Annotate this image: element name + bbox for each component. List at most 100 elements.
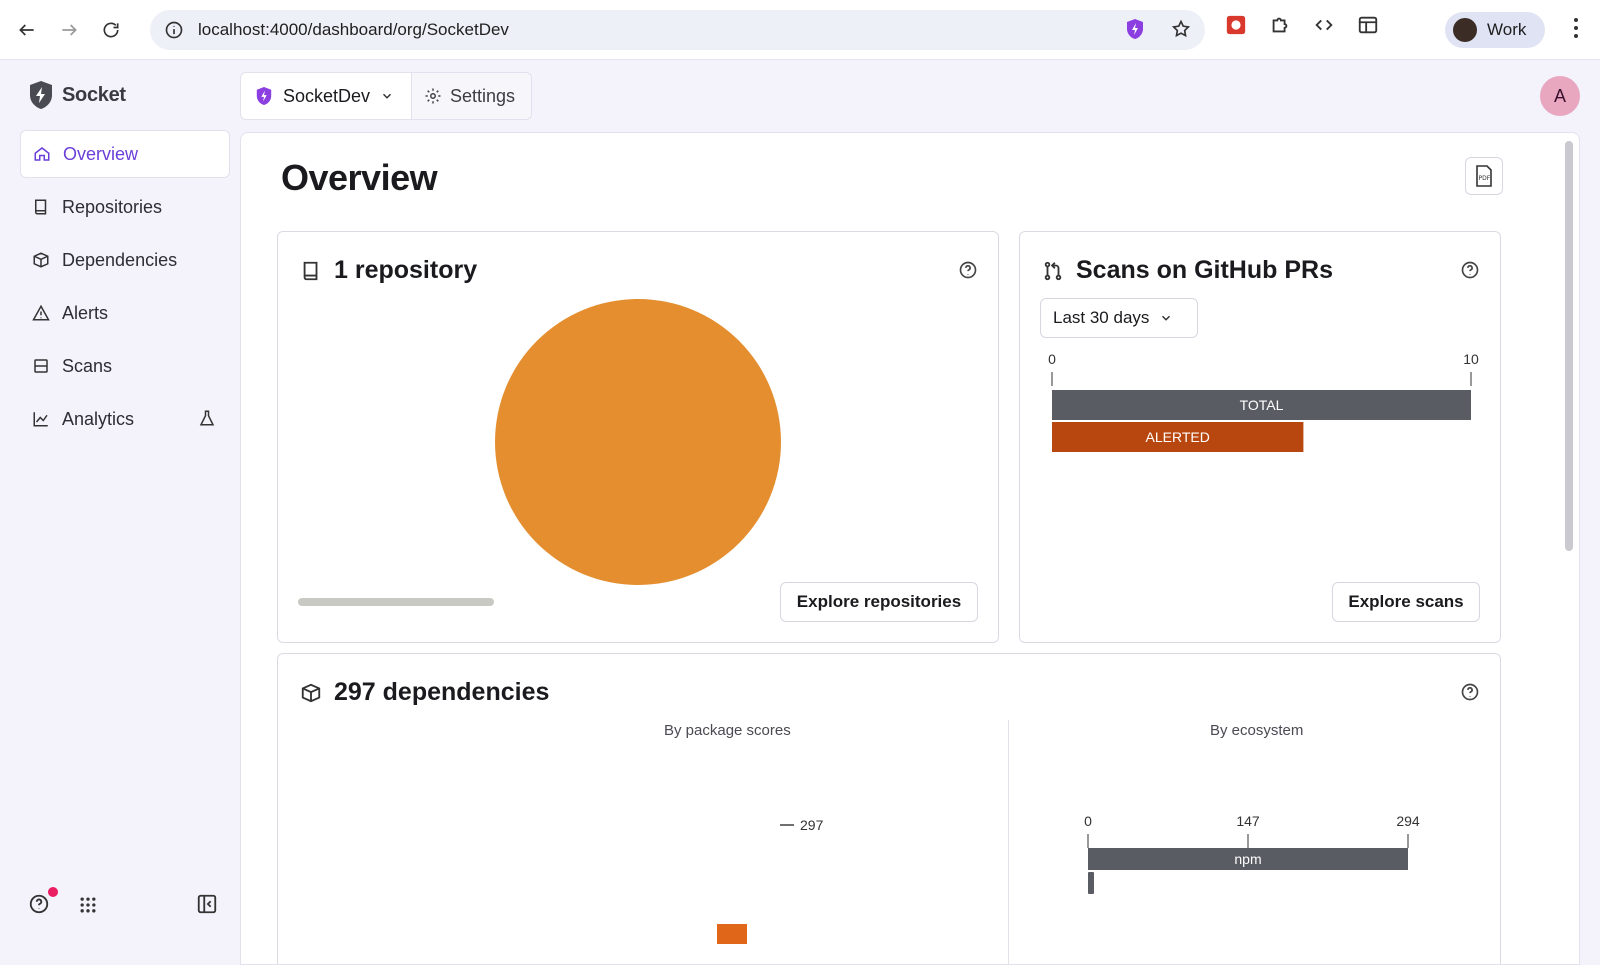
explore-repositories-button[interactable]: Explore repositories: [780, 582, 978, 622]
bar-small: [1088, 872, 1094, 894]
reload-icon: [103, 22, 119, 38]
org-switcher[interactable]: SocketDev: [240, 72, 412, 120]
main-panel: Overview PDF 1 repository Explore reposi…: [240, 132, 1580, 965]
dependencies-card: 297 dependencies By package scores By ec…: [277, 653, 1501, 964]
sidebar-item-repositories[interactable]: Repositories: [20, 183, 230, 231]
package-icon: [301, 683, 321, 702]
socket-shield-icon: [30, 81, 52, 109]
home-icon: [34, 147, 50, 161]
browser-toolbar: localhost:4000/dashboard/org/SocketDev W…: [0, 0, 1600, 60]
dependencies-count: 297 dependencies: [334, 678, 550, 706]
axis-tick-label: 147: [1236, 813, 1260, 829]
side-panel-icon[interactable]: [1357, 14, 1379, 36]
book-icon: [35, 199, 47, 215]
org-shield-icon: [256, 87, 272, 105]
sidebar-item-label: Analytics: [62, 408, 135, 429]
logo-text: Socket: [62, 83, 126, 106]
sidebar: Socket Overview Repositories Dependencie…: [0, 60, 240, 965]
repositories-count: 1 repository: [334, 256, 478, 284]
info-icon[interactable]: [164, 20, 184, 40]
address-bar[interactable]: localhost:4000/dashboard/org/SocketDev: [150, 10, 1205, 50]
ecosystem-chart-title: By ecosystem: [1210, 722, 1304, 739]
side-nav: Overview Repositories Dependencies Alert…: [20, 130, 230, 448]
axis-tick-label: 0: [1048, 351, 1056, 367]
svg-text:PDF: PDF: [1479, 175, 1491, 182]
chart-divider: [1008, 720, 1009, 964]
sidebar-item-scans[interactable]: Scans: [20, 342, 230, 390]
ecosystem-bar-chart: 0 147 294 npm: [1084, 813, 1420, 894]
repositories-card: 1 repository Explore repositories: [277, 231, 999, 643]
code-icon[interactable]: [1313, 14, 1335, 36]
scans-card: Scans on GitHub PRs Last 30 days 0 10 TOTA…: [1019, 231, 1501, 643]
axis-tick-label: 0: [1084, 813, 1092, 829]
help-icon[interactable]: [28, 893, 50, 915]
bar-label: TOTAL: [1240, 397, 1284, 413]
git-pull-request-icon: [1044, 261, 1062, 280]
profile-button[interactable]: Work: [1445, 12, 1545, 48]
score-bar: [717, 924, 747, 944]
socket-extension-icon[interactable]: [1125, 18, 1145, 40]
help-icon[interactable]: [958, 260, 978, 280]
user-avatar[interactable]: A: [1540, 76, 1580, 116]
flask-icon: [199, 410, 215, 426]
forward-button[interactable]: [54, 15, 84, 45]
help-icon[interactable]: [1460, 260, 1480, 280]
settings-button[interactable]: Settings: [412, 72, 532, 120]
pie-slice: [495, 299, 781, 585]
sidebar-item-analytics[interactable]: Analytics: [20, 395, 230, 443]
bar-label: ALERTED: [1146, 429, 1210, 445]
value-label: 297: [800, 817, 824, 833]
arrow-left-icon: [19, 23, 34, 36]
extension-red-icon[interactable]: [1225, 14, 1247, 36]
profile-avatar: [1453, 18, 1477, 42]
org-name: SocketDev: [283, 85, 371, 106]
explore-scans-button[interactable]: Explore scans: [1332, 582, 1480, 622]
chart-line-icon: [33, 412, 48, 427]
loading-bar: [298, 598, 494, 606]
sidebar-footer: [28, 887, 228, 921]
arrow-right-icon: [62, 23, 77, 36]
notification-dot: [48, 887, 58, 897]
sidebar-item-label: Dependencies: [62, 249, 178, 270]
page-title: Overview: [281, 157, 438, 198]
reload-button[interactable]: [96, 15, 126, 45]
chevron-down-icon: [1162, 315, 1171, 321]
book-icon: [303, 261, 318, 280]
sidebar-item-label: Alerts: [62, 302, 109, 323]
sidebar-item-alerts[interactable]: Alerts: [20, 289, 230, 337]
scans-title: Scans on GitHub PRs: [1076, 256, 1333, 284]
axis-tick-label: 10: [1463, 351, 1479, 367]
puzzle-icon[interactable]: [1269, 14, 1291, 36]
url-text[interactable]: localhost:4000/dashboard/org/SocketDev: [198, 20, 509, 40]
scans-card-title: Scans on GitHub PRs: [1042, 256, 1333, 285]
sidebar-item-dependencies[interactable]: Dependencies: [20, 236, 230, 284]
browser-menu-icon[interactable]: [1566, 18, 1586, 42]
package-icon: [33, 252, 49, 268]
scan-icon: [34, 359, 48, 373]
scrollbar[interactable]: [1565, 141, 1573, 551]
warning-icon: [32, 304, 50, 321]
date-range-select[interactable]: Last 30 days: [1040, 298, 1198, 338]
package-scores-chart-title: By package scores: [664, 722, 791, 739]
sidebar-item-label: Overview: [63, 143, 139, 164]
collapse-sidebar-icon[interactable]: [196, 893, 218, 915]
back-button[interactable]: [12, 15, 42, 45]
chevron-down-icon: [383, 93, 392, 99]
profile-name: Work: [1487, 20, 1527, 39]
dependencies-card-title: 297 dependencies: [300, 678, 549, 707]
sidebar-item-label: Scans: [62, 355, 113, 376]
sidebar-item-label: Repositories: [62, 196, 163, 217]
repositories-card-title: 1 repository: [300, 256, 477, 285]
package-scores-chart: 297: [717, 817, 824, 944]
scans-bar-chart: 0 10 TOTAL ALERTED: [1048, 351, 1479, 452]
help-icon[interactable]: [1460, 682, 1480, 702]
export-pdf-button[interactable]: PDF: [1465, 157, 1503, 195]
star-icon[interactable]: [1171, 19, 1191, 39]
bar-label: npm: [1234, 851, 1261, 867]
sidebar-item-overview[interactable]: Overview: [20, 130, 230, 178]
apps-grid-icon[interactable]: [78, 895, 98, 915]
repositories-pie-chart: [495, 299, 781, 585]
settings-label: Settings: [450, 85, 516, 106]
socket-logo[interactable]: Socket: [28, 80, 126, 110]
axis-tick-label: 294: [1396, 813, 1420, 829]
